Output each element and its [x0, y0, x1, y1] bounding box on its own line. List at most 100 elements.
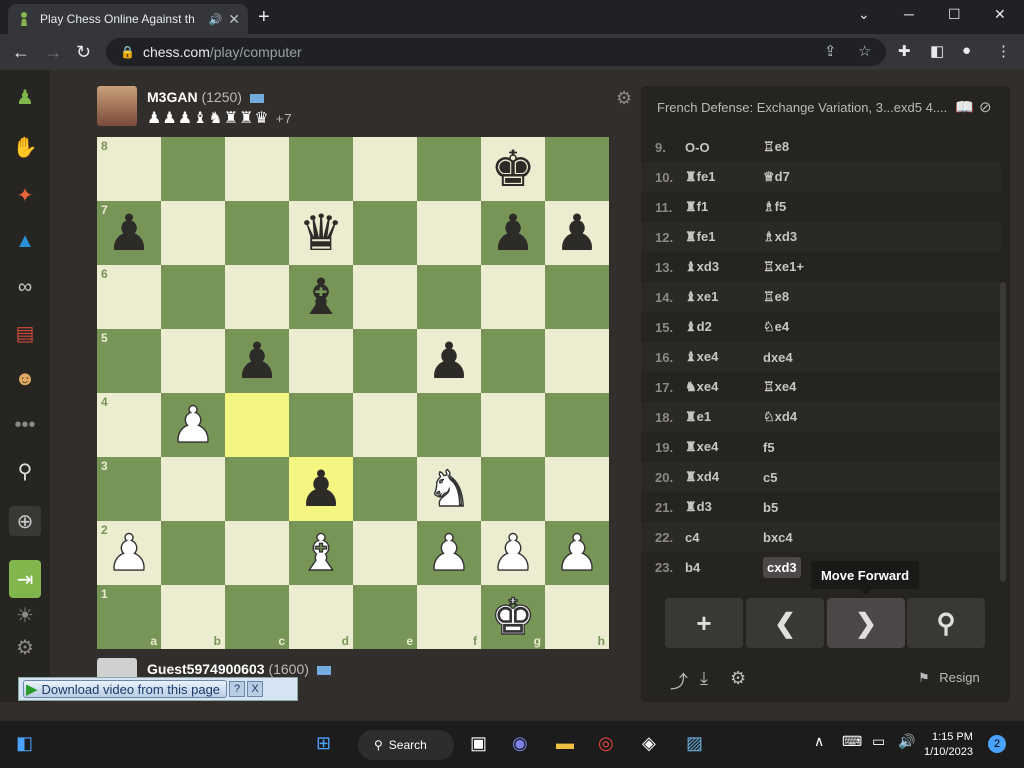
- log-in-icon[interactable]: ⇥: [9, 560, 41, 598]
- square-b6[interactable]: [161, 265, 225, 329]
- white-move[interactable]: ♞xe4: [685, 379, 763, 395]
- settings-gear-icon[interactable]: ⚙: [730, 668, 746, 689]
- board-settings-icon[interactable]: ⚙: [616, 88, 632, 109]
- chess-logo-icon[interactable]: ♟: [9, 82, 41, 112]
- book-icon[interactable]: 📖: [955, 98, 974, 116]
- new-tab-button[interactable]: +: [258, 6, 270, 29]
- menu-kebab-icon[interactable]: ⋮: [996, 42, 1011, 60]
- square-c6[interactable]: [225, 265, 289, 329]
- piece-g8[interactable]: ♚: [481, 137, 545, 201]
- square-e8[interactable]: [353, 137, 417, 201]
- square-b8[interactable]: [161, 137, 225, 201]
- square-g5[interactable]: [481, 329, 545, 393]
- square-h3[interactable]: [545, 457, 609, 521]
- square-h5[interactable]: [545, 329, 609, 393]
- settings-gear-icon[interactable]: ⚙: [9, 632, 41, 662]
- square-c1[interactable]: c: [225, 585, 289, 649]
- white-move[interactable]: ♜xd4: [685, 469, 763, 485]
- audio-icon[interactable]: 🔊: [209, 13, 223, 26]
- sign-up-icon[interactable]: ⊕: [9, 506, 41, 536]
- square-c8[interactable]: [225, 137, 289, 201]
- square-g3[interactable]: [481, 457, 545, 521]
- piece-g2[interactable]: ♟: [481, 521, 545, 585]
- piece-h2[interactable]: ♟: [545, 521, 609, 585]
- theme-sun-icon[interactable]: ☀: [9, 600, 41, 630]
- square-c3[interactable]: [225, 457, 289, 521]
- black-move[interactable]: ♗f5: [763, 199, 863, 215]
- move-list-scrollbar[interactable]: [1000, 282, 1006, 582]
- piece-d2[interactable]: ♝: [289, 521, 353, 585]
- square-d4[interactable]: [289, 393, 353, 457]
- volume-icon[interactable]: 🔊: [898, 733, 915, 750]
- white-move[interactable]: ♝d2: [685, 319, 763, 335]
- taskbar-search[interactable]: ⚲ Search: [358, 730, 454, 760]
- white-move[interactable]: ♝xe4: [685, 349, 763, 365]
- black-move[interactable]: f5: [763, 440, 863, 455]
- chevron-up-icon[interactable]: ∧: [814, 733, 824, 750]
- play-hand-icon[interactable]: ✋: [9, 132, 41, 162]
- move-back-button[interactable]: ❮: [746, 598, 824, 648]
- square-a8[interactable]: 8: [97, 137, 161, 201]
- square-h8[interactable]: [545, 137, 609, 201]
- square-e3[interactable]: [353, 457, 417, 521]
- square-c2[interactable]: [225, 521, 289, 585]
- app-box-icon[interactable]: ◈: [642, 733, 656, 754]
- black-move[interactable]: ♘xd4: [763, 409, 863, 425]
- social-people-icon[interactable]: ☻: [9, 364, 41, 394]
- resign-button[interactable]: ⚑ Resign: [918, 670, 980, 686]
- puzzles-icon[interactable]: ✦: [9, 180, 41, 210]
- square-d8[interactable]: [289, 137, 353, 201]
- square-e5[interactable]: [353, 329, 417, 393]
- help-button[interactable]: ?: [229, 681, 246, 697]
- square-c7[interactable]: [225, 201, 289, 265]
- white-move[interactable]: ♜e1: [685, 409, 763, 425]
- white-move[interactable]: ♜xe4: [685, 439, 763, 455]
- square-e2[interactable]: [353, 521, 417, 585]
- file-explorer-icon[interactable]: ▬: [556, 733, 574, 754]
- square-g4[interactable]: [481, 393, 545, 457]
- square-a4[interactable]: 4: [97, 393, 161, 457]
- black-move[interactable]: b5: [763, 500, 863, 515]
- square-e7[interactable]: [353, 201, 417, 265]
- piece-c5[interactable]: ♟: [225, 329, 289, 393]
- black-move[interactable]: ♖xe1+: [763, 259, 863, 275]
- chess-board[interactable]: 8 7 6 5 4 3 2 1 a b c d e f g h ♚ ♟ ♛ ♟ ♟ ♝ ♟ ♟ ♟ ♟ ♞ ♟ ♝ ♟ ♟ ♟ ♚: [97, 137, 609, 649]
- square-c4[interactable]: [225, 393, 289, 457]
- piece-d6[interactable]: ♝: [289, 265, 353, 329]
- browser-tab[interactable]: Play Chess Online Against th 🔊 ✕: [8, 4, 248, 34]
- black-move[interactable]: ♗xd3: [763, 229, 863, 245]
- piece-g1[interactable]: ♚: [481, 585, 545, 649]
- keyboard-icon[interactable]: ⌨: [842, 733, 862, 750]
- square-e4[interactable]: [353, 393, 417, 457]
- close-button[interactable]: X: [247, 681, 264, 697]
- close-window-button[interactable]: ✕: [994, 6, 1006, 23]
- white-move[interactable]: b4: [685, 560, 763, 575]
- square-a1[interactable]: 1a: [97, 585, 161, 649]
- square-f4[interactable]: [417, 393, 481, 457]
- white-move[interactable]: ♜fe1: [685, 169, 763, 185]
- square-b2[interactable]: [161, 521, 225, 585]
- white-move[interactable]: ♜f1: [685, 199, 763, 215]
- maximize-button[interactable]: ☐: [948, 6, 961, 23]
- piece-a7[interactable]: ♟: [97, 201, 161, 265]
- square-a6[interactable]: 6: [97, 265, 161, 329]
- square-e1[interactable]: e: [353, 585, 417, 649]
- tab-search-icon[interactable]: ⌄: [858, 6, 870, 23]
- opening-name[interactable]: French Defense: Exchange Variation, 3...…: [657, 100, 947, 115]
- tab-close-icon[interactable]: ✕: [228, 11, 240, 28]
- black-move[interactable]: ♖e8: [763, 139, 863, 155]
- white-move[interactable]: O-O: [685, 140, 763, 155]
- player-name[interactable]: Guest5974900603: [147, 661, 265, 677]
- square-b3[interactable]: [161, 457, 225, 521]
- white-move[interactable]: c4: [685, 530, 763, 545]
- current-move[interactable]: cxd3: [763, 556, 801, 578]
- white-move[interactable]: ♜fe1: [685, 229, 763, 245]
- side-panel-icon[interactable]: ◧: [930, 42, 944, 60]
- square-a5[interactable]: 5: [97, 329, 161, 393]
- piece-d7[interactable]: ♛: [289, 201, 353, 265]
- add-button[interactable]: +: [665, 598, 743, 648]
- square-g6[interactable]: [481, 265, 545, 329]
- black-move[interactable]: bxc4: [763, 530, 863, 545]
- black-move[interactable]: ♘e4: [763, 319, 863, 335]
- square-b5[interactable]: [161, 329, 225, 393]
